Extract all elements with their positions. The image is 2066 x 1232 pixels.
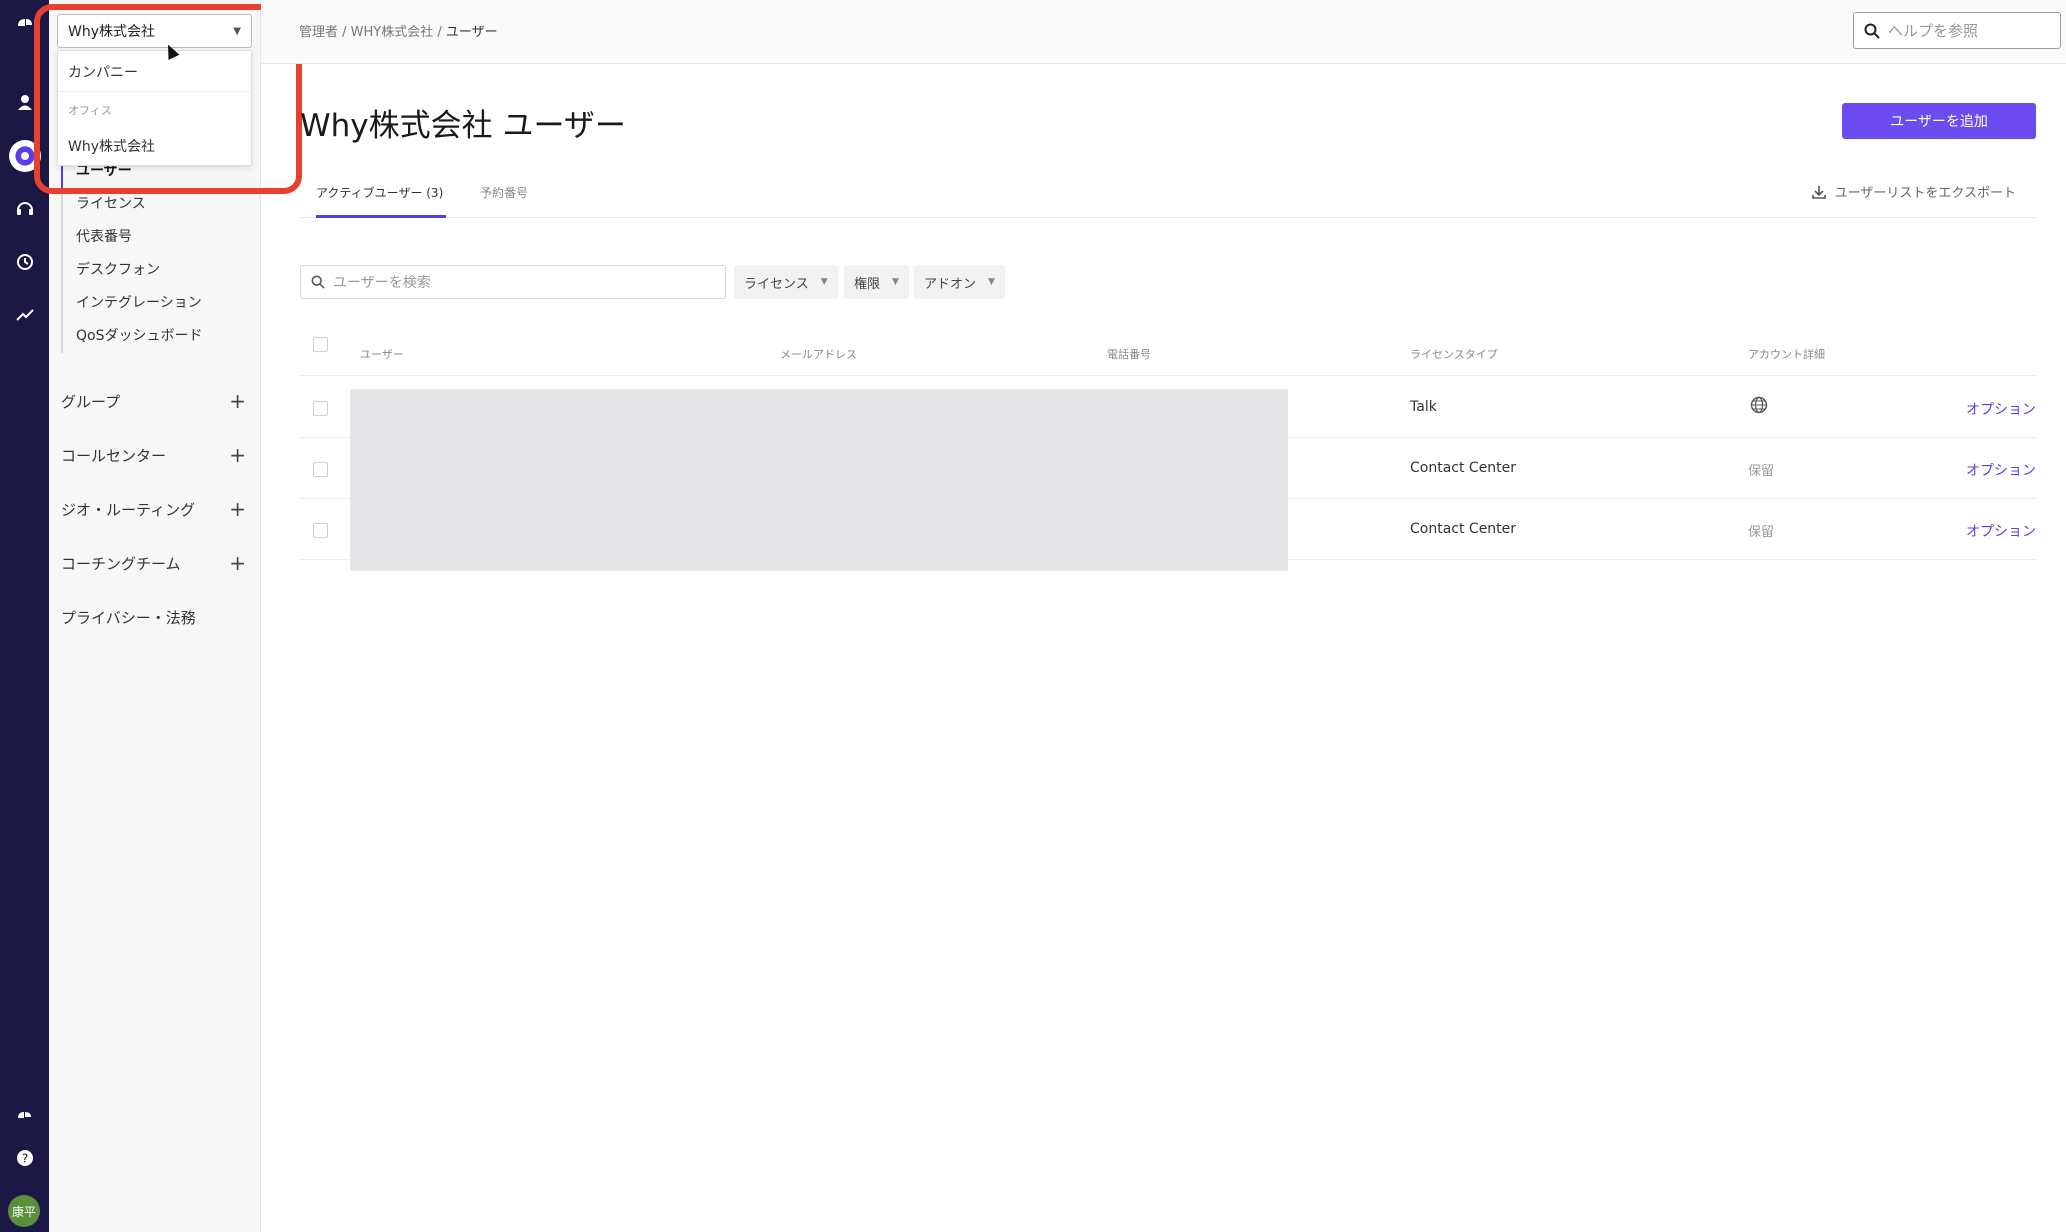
sidebar-group-coaching-teams[interactable]: コーチングチーム + (61, 548, 246, 578)
office-dropdown-menu: カンパニー オフィス Why株式会社 (57, 50, 252, 166)
plus-icon[interactable]: + (229, 551, 246, 575)
download-icon (1811, 185, 1826, 199)
license-type-cell: Talk (1410, 399, 1437, 415)
addon-filter-button[interactable]: アドオン ▼ (914, 265, 1005, 299)
search-icon (311, 275, 325, 289)
sidebar-group-groups[interactable]: グループ + (61, 386, 246, 416)
row-checkbox[interactable] (313, 401, 328, 416)
user-search-input[interactable]: ユーザーを検索 (300, 265, 726, 299)
avatar-initials: 康平 (11, 1204, 36, 1219)
row-checkbox[interactable] (313, 523, 328, 538)
settings-gear-icon[interactable] (9, 140, 41, 172)
column-header-email[interactable]: メールアドレス (780, 346, 857, 362)
app-rail: ? 康平 (0, 0, 49, 1232)
permission-filter-button[interactable]: 権限 ▼ (844, 265, 909, 299)
breadcrumb-company[interactable]: WHY株式会社 (351, 25, 434, 40)
column-header-account-detail[interactable]: アカウント詳細 (1748, 346, 1825, 362)
dropdown-divider (58, 91, 251, 92)
sidebar-item-integrations[interactable]: インテグレーション (63, 287, 202, 320)
user-tabs: アクティブユーザー (3) 予約番号 ユーザーリストをエクスポート (300, 170, 2036, 218)
globe-icon (1750, 396, 1768, 418)
sidebar-item-licenses[interactable]: ライセンス (63, 188, 202, 221)
tab-active-users[interactable]: アクティブユーザー (3) (316, 184, 443, 201)
addon-filter-label: アドオン (924, 276, 977, 292)
top-bar: 管理者 / WHY株式会社 / ユーザー ヘルプを参照 (261, 0, 2066, 64)
permission-filter-label: 権限 (854, 276, 881, 292)
breadcrumb-separator: / (338, 25, 351, 40)
tab-underline (316, 215, 446, 218)
export-label: ユーザーリストをエクスポート (1834, 186, 2016, 201)
group-label: コールセンター (61, 446, 167, 465)
add-user-button[interactable]: ユーザーを追加 (1842, 103, 2036, 139)
row-checkbox[interactable] (313, 462, 328, 477)
search-icon (1864, 23, 1880, 39)
redacted-user-details (350, 389, 1288, 571)
office-select[interactable]: Why株式会社 ▼ (57, 14, 252, 48)
analytics-trend-icon[interactable] (0, 295, 49, 335)
export-user-list-link[interactable]: ユーザーリストをエクスポート (1811, 182, 2016, 201)
sidebar-item-privacy-legal[interactable]: プライバシー・法務 (61, 602, 246, 632)
breadcrumb-current: ユーザー (445, 25, 498, 40)
user-search-placeholder: ユーザーを検索 (333, 275, 431, 291)
column-header-license-type[interactable]: ライセンスタイプ (1410, 346, 1498, 362)
office-sub-nav: ユーザー ライセンス 代表番号 デスクフォン インテグレーション QoSダッシュ… (61, 155, 202, 353)
column-header-user[interactable]: ユーザー (360, 346, 404, 362)
admin-sidebar: ユーザー ライセンス 代表番号 デスクフォン インテグレーション QoSダッシュ… (49, 0, 261, 1232)
headset-icon[interactable] (0, 188, 49, 228)
users-table-header: ユーザー メールアドレス 電話番号 ライセンスタイプ アカウント詳細 (300, 332, 2036, 376)
column-header-phone[interactable]: 電話番号 (1107, 346, 1151, 362)
sidebar-item-qos-dashboard[interactable]: QoSダッシュボード (63, 320, 202, 353)
office-select-value: Why株式会社 (68, 24, 156, 40)
account-status-cell: 保留 (1748, 525, 1775, 540)
sidebar-group-geo-routing[interactable]: ジオ・ルーティング + (61, 494, 246, 524)
dialpad-logo-icon[interactable] (0, 4, 49, 44)
privacy-label: プライバシー・法務 (61, 608, 196, 627)
group-label: ジオ・ルーティング (61, 500, 196, 519)
dropdown-option-company[interactable]: カンパニー (68, 62, 138, 82)
group-label: グループ (61, 392, 121, 411)
select-all-checkbox[interactable] (313, 337, 328, 352)
dialpad-small-logo-icon[interactable] (0, 1096, 49, 1136)
chevron-down-icon: ▼ (988, 277, 995, 287)
breadcrumb: 管理者 / WHY株式会社 / ユーザー (299, 21, 498, 40)
help-question-icon[interactable]: ? (0, 1138, 49, 1178)
plus-icon[interactable]: + (229, 497, 246, 521)
plus-icon[interactable]: + (229, 389, 246, 413)
options-link[interactable]: オプション (1966, 460, 2036, 480)
svg-text:?: ? (21, 1152, 27, 1166)
history-icon[interactable] (0, 242, 49, 282)
group-label: コーチングチーム (61, 554, 181, 573)
tab-reserved-numbers[interactable]: 予約番号 (480, 184, 528, 201)
dropdown-option-office[interactable]: Why株式会社 (68, 136, 155, 156)
person-icon[interactable] (0, 82, 49, 122)
sidebar-item-deskphones[interactable]: デスクフォン (63, 254, 202, 287)
chevron-down-icon: ▼ (233, 25, 241, 37)
chevron-down-icon: ▼ (820, 277, 828, 287)
sidebar-group-call-centers[interactable]: コールセンター + (61, 440, 246, 470)
options-link[interactable]: オプション (1966, 521, 2036, 541)
license-type-cell: Contact Center (1410, 460, 1517, 476)
license-type-cell: Contact Center (1410, 521, 1517, 537)
license-filter-button[interactable]: ライセンス ▼ (734, 265, 838, 299)
breadcrumb-admin[interactable]: 管理者 (299, 25, 338, 40)
account-status-cell: 保留 (1748, 464, 1775, 479)
avatar[interactable]: 康平 (8, 1195, 40, 1227)
breadcrumb-separator: / (433, 25, 446, 40)
dropdown-section-label: オフィス (68, 104, 112, 117)
help-search-input[interactable]: ヘルプを参照 (1853, 12, 2061, 49)
page-title: Why株式会社 ユーザー (300, 108, 626, 144)
help-search-placeholder: ヘルプを参照 (1888, 22, 1979, 40)
chevron-down-icon: ▼ (892, 277, 899, 287)
license-filter-label: ライセンス (744, 276, 809, 292)
plus-icon[interactable]: + (229, 443, 246, 467)
options-link[interactable]: オプション (1966, 399, 2036, 419)
sidebar-item-main-numbers[interactable]: 代表番号 (63, 221, 202, 254)
